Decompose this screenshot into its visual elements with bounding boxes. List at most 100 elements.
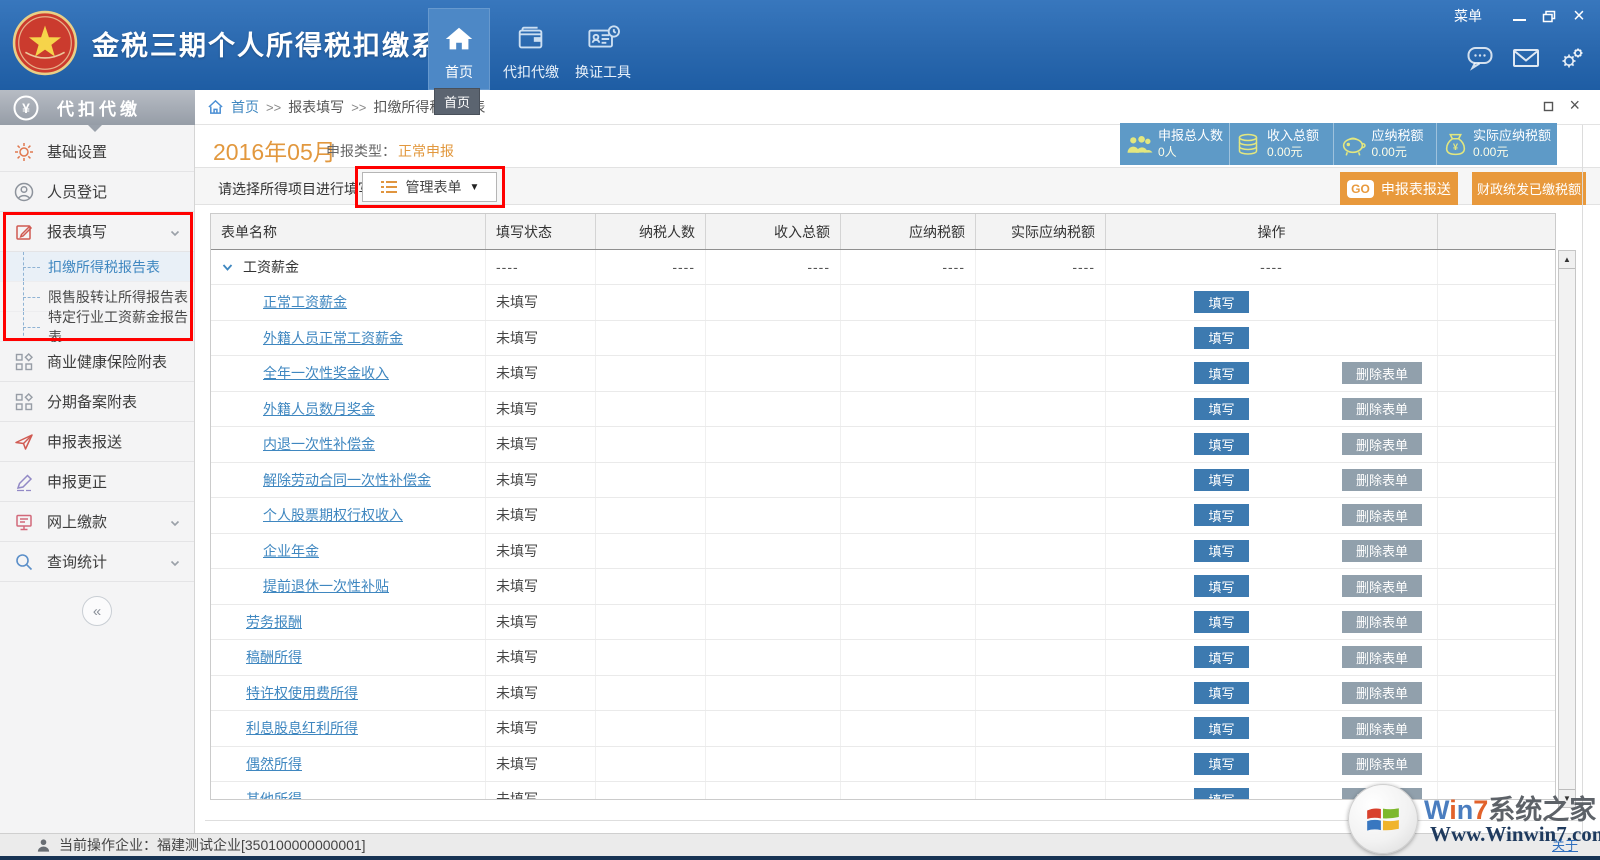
watermark-brand-suffix: 系统之家 (1488, 795, 1596, 825)
stat-label: 申报总人数 (1158, 128, 1223, 144)
form-link[interactable]: 个人股票期权行权收入 (263, 505, 403, 525)
delete-form-button[interactable]: 删除表单 (1342, 646, 1422, 668)
mail-icon[interactable] (1512, 47, 1540, 69)
sidebar-subitem[interactable]: 特定行业工资薪金报告表 (0, 312, 194, 342)
empty-cell (596, 356, 706, 391)
close-icon[interactable]: × (1568, 6, 1590, 26)
vertical-scrollbar[interactable]: ▲ ▼ (1558, 250, 1576, 808)
breadcrumb-crumb-1[interactable]: 首页 (231, 99, 259, 115)
empty-cell (596, 569, 706, 604)
operation-cell: 填写 删除表单 (1106, 356, 1438, 391)
empty-cell (841, 321, 976, 356)
sidebar-item[interactable]: 申报表报送 (0, 422, 194, 462)
minimize-icon[interactable] (1508, 6, 1530, 26)
fill-button[interactable]: 填写 (1194, 682, 1249, 704)
delete-form-button[interactable]: 删除表单 (1342, 753, 1422, 775)
form-link[interactable]: 解除劳动合同一次性补偿金 (263, 470, 431, 490)
sidebar-item[interactable]: 申报更正 (0, 462, 194, 502)
fill-button[interactable]: 填写 (1194, 646, 1249, 668)
fill-status-cell: 未填写 (486, 356, 596, 391)
fill-button[interactable]: 填写 (1194, 362, 1249, 384)
sidebar-item[interactable]: 网上缴款 (0, 502, 194, 542)
column-header: 纳税人数 (596, 214, 706, 249)
fill-button[interactable]: 填写 (1194, 788, 1249, 800)
fill-button[interactable]: 填写 (1194, 575, 1249, 597)
fill-button[interactable]: 填写 (1194, 469, 1249, 491)
sidebar-item[interactable]: 人员登记 (0, 172, 194, 212)
empty-cell (976, 711, 1106, 746)
delete-form-button[interactable]: 删除表单 (1342, 504, 1422, 526)
top-nav-item-3[interactable]: 换证工具 (572, 8, 634, 90)
sidebar-item[interactable]: 商业健康保险附表 (0, 342, 194, 382)
delete-form-button[interactable]: 删除表单 (1342, 611, 1422, 633)
delete-form-button[interactable]: 删除表单 (1342, 682, 1422, 704)
delete-form-button[interactable]: 删除表单 (1342, 469, 1422, 491)
message-bubble-icon[interactable] (1466, 45, 1494, 71)
window-menu-button[interactable]: 菜单 (1454, 6, 1482, 26)
form-link[interactable]: 特许权使用费所得 (246, 683, 358, 703)
form-link[interactable]: 全年一次性奖金收入 (263, 363, 389, 383)
inner-maximize-icon[interactable] (1543, 99, 1554, 117)
top-nav-item-1[interactable]: 首页 (428, 8, 490, 90)
fill-button[interactable]: 填写 (1194, 504, 1249, 526)
fill-button[interactable]: 填写 (1194, 291, 1249, 313)
finance-paid-tax-button[interactable]: 财政统发已缴税额 (1472, 172, 1586, 205)
table-group-row: 工资薪金------------------------ (211, 250, 1555, 285)
panel-edge-divider (1582, 125, 1583, 833)
fill-button[interactable]: 填写 (1194, 398, 1249, 420)
operation-cell: 填写 (1106, 285, 1438, 320)
delete-form-button[interactable]: 删除表单 (1342, 433, 1422, 455)
form-link[interactable]: 内退一次性补偿金 (263, 434, 375, 454)
sidebar-subitem[interactable]: 扣缴所得税报告表 (0, 252, 194, 282)
fill-button[interactable]: 填写 (1194, 753, 1249, 775)
scroll-up-icon[interactable]: ▲ (1559, 251, 1575, 269)
form-link[interactable]: 提前退休一次性补贴 (263, 576, 389, 596)
empty-cell (706, 640, 841, 675)
inner-close-icon[interactable]: × (1569, 95, 1580, 116)
watermark-about-link[interactable]: 关于 (1552, 835, 1578, 854)
form-link[interactable]: 偶然所得 (246, 754, 302, 774)
chevron-down-icon (169, 226, 181, 244)
fill-button[interactable]: 填写 (1194, 540, 1249, 562)
chevron-down-icon[interactable] (221, 261, 234, 274)
stat-value: 0人 (1158, 145, 1223, 160)
fill-button[interactable]: 填写 (1194, 717, 1249, 739)
sidebar-item[interactable]: 分期备案附表 (0, 382, 194, 422)
delete-form-button[interactable]: 删除表单 (1342, 398, 1422, 420)
form-name-cell: 企业年金 (211, 534, 486, 569)
national-emblem-logo (12, 10, 78, 76)
breadcrumb-separator: >> (266, 100, 281, 115)
sidebar-item[interactable]: 报表填写 (0, 212, 194, 252)
fill-button[interactable]: 填写 (1194, 327, 1249, 349)
top-nav-item-2[interactable]: 代扣代缴 (500, 8, 562, 90)
delete-form-button[interactable]: 删除表单 (1342, 575, 1422, 597)
fill-button[interactable]: 填写 (1194, 433, 1249, 455)
placeholder-dashes: ---- (1260, 259, 1283, 275)
form-name-cell: 特许权使用费所得 (211, 676, 486, 711)
form-link[interactable]: 利息股息红利所得 (246, 718, 358, 738)
form-link[interactable]: 外籍人员正常工资薪金 (263, 328, 403, 348)
restore-icon[interactable] (1538, 6, 1560, 26)
form-link[interactable]: 劳务报酬 (246, 612, 302, 632)
delete-form-button[interactable]: 删除表单 (1342, 717, 1422, 739)
delete-form-button[interactable]: 删除表单 (1342, 540, 1422, 562)
pencilbox-icon (14, 222, 34, 242)
form-link[interactable]: 企业年金 (263, 541, 319, 561)
form-link[interactable]: 稿酬所得 (246, 647, 302, 667)
manage-forms-button[interactable]: 管理表单 ▼ (362, 172, 497, 202)
form-link[interactable]: 正常工资薪金 (263, 292, 347, 312)
submit-declaration-button[interactable]: GO 申报表报送 (1340, 172, 1458, 205)
column-header-extra (1438, 214, 1555, 249)
form-link[interactable]: 其他所得 (246, 789, 302, 800)
fill-button[interactable]: 填写 (1194, 611, 1249, 633)
empty-cell (841, 747, 976, 782)
column-header: 操作 (1106, 214, 1438, 249)
sidebar-item[interactable]: 查询统计 (0, 542, 194, 582)
sidebar-item[interactable]: 基础设置 (0, 132, 194, 172)
delete-form-button[interactable]: 删除表单 (1342, 362, 1422, 384)
sidebar-collapse-button[interactable]: « (82, 596, 112, 626)
empty-cell (976, 356, 1106, 391)
watermark-brand-letter: W (1424, 795, 1449, 825)
form-link[interactable]: 外籍人员数月奖金 (263, 399, 375, 419)
settings-gears-icon[interactable] (1558, 44, 1586, 72)
